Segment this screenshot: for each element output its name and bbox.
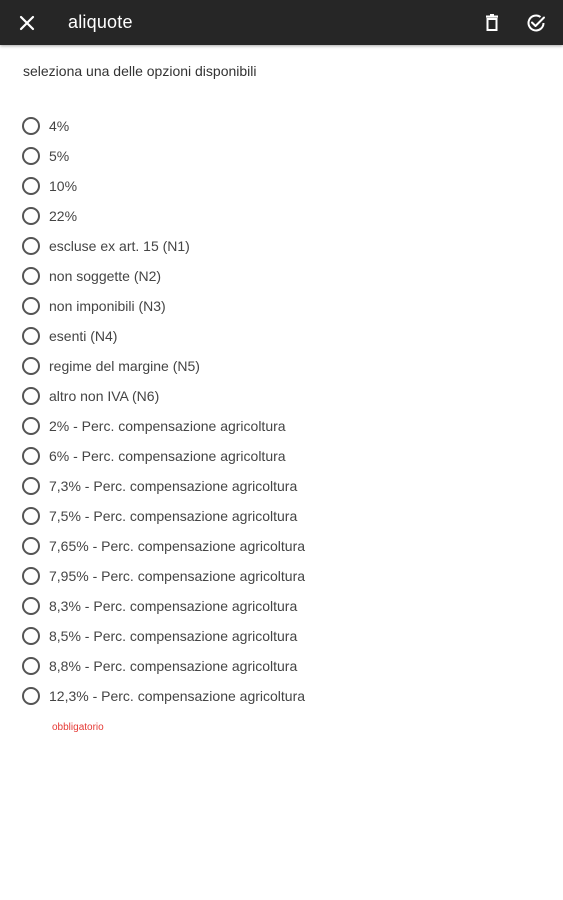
radio-option-label: 8,3% - Perc. compensazione agricoltura (49, 598, 298, 614)
radio-option[interactable]: 7,5% - Perc. compensazione agricoltura (0, 501, 563, 531)
radio-button[interactable] (22, 447, 40, 465)
required-error: obbligatorio (52, 722, 104, 733)
radio-button[interactable] (22, 537, 40, 555)
radio-option-label: non imponibili (N3) (49, 298, 166, 314)
radio-option[interactable]: 12,3% - Perc. compensazione agricoltura (0, 681, 563, 711)
radio-option-label: 2% - Perc. compensazione agricoltura (49, 418, 286, 434)
radio-option-label: 8,5% - Perc. compensazione agricoltura (49, 628, 298, 644)
radio-button[interactable] (22, 507, 40, 525)
radio-option[interactable]: esenti (N4) (0, 321, 563, 351)
instruction-text: seleziona una delle opzioni disponibili (23, 63, 257, 79)
radio-button[interactable] (22, 297, 40, 315)
radio-button[interactable] (22, 147, 40, 165)
check-circle-icon[interactable] (525, 12, 547, 34)
radio-option[interactable]: 2% - Perc. compensazione agricoltura (0, 411, 563, 441)
radio-button[interactable] (22, 237, 40, 255)
radio-button[interactable] (22, 417, 40, 435)
radio-option-label: 22% (49, 208, 78, 224)
radio-option-label: non soggette (N2) (49, 268, 162, 284)
close-icon[interactable] (16, 12, 38, 34)
radio-option[interactable]: 10% (0, 171, 563, 201)
radio-option[interactable]: escluse ex art. 15 (N1) (0, 231, 563, 261)
radio-button[interactable] (22, 267, 40, 285)
radio-button[interactable] (22, 117, 40, 135)
radio-option[interactable]: 7,95% - Perc. compensazione agricoltura (0, 561, 563, 591)
radio-option[interactable]: non soggette (N2) (0, 261, 563, 291)
radio-option-label: esenti (N4) (49, 328, 118, 344)
radio-button[interactable] (22, 387, 40, 405)
radio-option[interactable]: 22% (0, 201, 563, 231)
radio-option[interactable]: 8,3% - Perc. compensazione agricoltura (0, 591, 563, 621)
radio-option[interactable]: 4% (0, 111, 563, 141)
radio-option-label: 4% (49, 118, 70, 134)
radio-option-label: regime del margine (N5) (49, 358, 200, 374)
radio-button[interactable] (22, 567, 40, 585)
radio-option-label: 10% (49, 178, 78, 194)
radio-option[interactable]: 6% - Perc. compensazione agricoltura (0, 441, 563, 471)
radio-button[interactable] (22, 657, 40, 675)
radio-option[interactable]: 5% (0, 141, 563, 171)
radio-option-label: 5% (49, 148, 70, 164)
radio-option-label: 7,65% - Perc. compensazione agricoltura (49, 538, 306, 554)
radio-option[interactable]: 8,8% - Perc. compensazione agricoltura (0, 651, 563, 681)
radio-option-label: altro non IVA (N6) (49, 388, 160, 404)
trash-icon[interactable] (481, 12, 503, 34)
radio-button[interactable] (22, 207, 40, 225)
radio-option[interactable]: regime del margine (N5) (0, 351, 563, 381)
radio-button[interactable] (22, 597, 40, 615)
radio-button[interactable] (22, 627, 40, 645)
radio-button[interactable] (22, 477, 40, 495)
radio-option[interactable]: 8,5% - Perc. compensazione agricoltura (0, 621, 563, 651)
app-bar-actions (481, 0, 547, 45)
radio-option-label: escluse ex art. 15 (N1) (49, 238, 190, 254)
radio-button[interactable] (22, 177, 40, 195)
radio-option-label: 6% - Perc. compensazione agricoltura (49, 448, 286, 464)
radio-option-label: 7,3% - Perc. compensazione agricoltura (49, 478, 298, 494)
radio-option-label: 8,8% - Perc. compensazione agricoltura (49, 658, 298, 674)
radio-button[interactable] (22, 357, 40, 375)
radio-option[interactable]: 7,3% - Perc. compensazione agricoltura (0, 471, 563, 501)
radio-button[interactable] (22, 327, 40, 345)
radio-option-label: 7,5% - Perc. compensazione agricoltura (49, 508, 298, 524)
options-list: 4% 5% 10% 22% escluse ex art. 15 (N1) non sog… (0, 111, 563, 711)
radio-option[interactable]: altro non IVA (N6) (0, 381, 563, 411)
radio-option[interactable]: 7,65% - Perc. compensazione agricoltura (0, 531, 563, 561)
radio-option-label: 12,3% - Perc. compensazione agricoltura (49, 688, 306, 704)
radio-option[interactable]: non imponibili (N3) (0, 291, 563, 321)
page-title: aliquote (68, 12, 133, 32)
radio-button[interactable] (22, 687, 40, 705)
radio-option-label: 7,95% - Perc. compensazione agricoltura (49, 568, 306, 584)
app-bar: aliquote (0, 0, 563, 45)
